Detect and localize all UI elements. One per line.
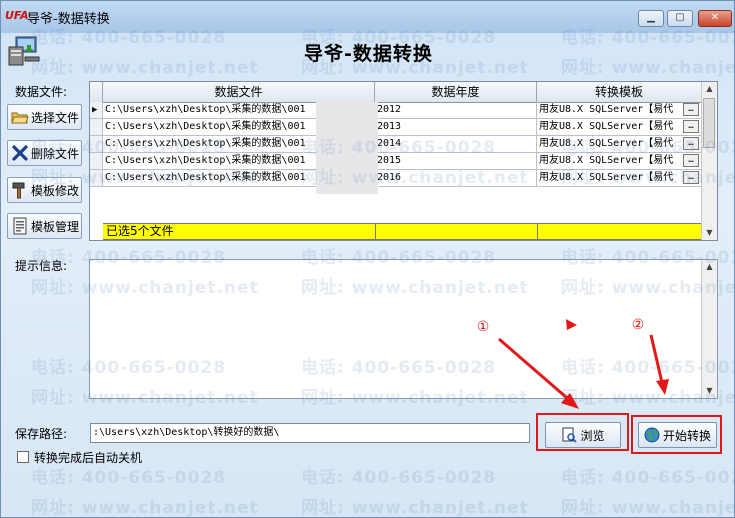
close-icon: ✕ [710,12,720,23]
scroll-up-icon[interactable]: ▲ [702,260,717,274]
cell-year[interactable]: 2014 [375,136,537,152]
cell-template[interactable]: 用友U8.X SQLServer【易代 … [537,136,702,152]
cell-template[interactable]: 用友U8.X SQLServer【易代 … [537,119,702,135]
tips-label: 提示信息: [15,259,68,273]
template-doc-icon [13,217,27,235]
table-row[interactable]: C:\Users\xzh\Desktop\采集的数据\001 2015 用友U8… [90,153,702,170]
template-edit-button[interactable]: 模板修改 [7,177,82,203]
highlight-start-box [631,415,722,454]
open-folder-icon [11,112,29,124]
template-text: 用友U8.X SQLServer【易代 [539,138,674,149]
column-header-template[interactable]: 转换模板 [537,82,702,102]
template-text: 用友U8.X SQLServer【易代 [539,104,674,115]
grid-header-indicator [90,82,103,102]
template-picker-button[interactable]: … [683,154,699,167]
column-header-year[interactable]: 数据年度 [375,82,537,102]
cell-template[interactable]: 用友U8.X SQLServer【易代 … [537,170,702,186]
current-row-arrow-icon: ▶ [92,105,98,115]
grid-header: 数据文件 数据年度 转换模板 [90,82,702,103]
template-picker-button[interactable]: … [683,171,699,184]
close-button[interactable]: ✕ [698,10,732,27]
scroll-down-icon[interactable]: ▼ [702,226,717,240]
cell-year[interactable]: 2012 [375,102,537,118]
row-indicator [90,153,103,169]
maximize-icon: ▢ [675,12,685,23]
template-edit-label: 模板修改 [31,183,80,198]
delete-x-icon [12,145,28,161]
minimize-button[interactable]: ▁ [638,10,664,27]
template-manage-label: 模板管理 [31,219,80,234]
row-indicator [90,170,103,186]
highlight-browse-box [536,413,629,451]
scroll-thumb[interactable] [703,98,715,148]
select-file-button[interactable]: 选择文件 [7,104,82,130]
watermark-site: 网址: www.chanjet.net [31,498,259,518]
select-file-label: 选择文件 [31,110,80,125]
table-row[interactable]: C:\Users\xzh\Desktop\采集的数据\001 2016 用友U8… [90,170,702,187]
maximize-button[interactable]: ▢ [667,10,693,27]
hammer-icon [12,182,25,199]
scroll-up-icon[interactable]: ▲ [702,82,717,96]
window-title: 导爷-数据转换 [27,12,110,27]
watermark-phone: 电话: 400-665-0028 [561,468,734,488]
template-text: 用友U8.X SQLServer【易代 [539,172,674,183]
template-text: 用友U8.X SQLServer【易代 [539,155,674,166]
page-title: 导爷-数据转换 [304,43,433,65]
app-logo: UFA [5,9,29,22]
template-picker-button[interactable]: … [683,120,699,133]
cell-year[interactable]: 2013 [375,119,537,135]
main-window: UFA 导爷-数据转换 ▁ ▢ ✕ 导爷-数据转换 数据文件: 选择文件 删除文… [0,0,735,518]
template-picker-button[interactable]: … [683,137,699,150]
cell-template[interactable]: 用友U8.X SQLServer【易代 … [537,153,702,169]
row-indicator: ▶ [90,102,103,118]
row-indicator [90,119,103,135]
summary-divider [375,224,376,239]
cell-template[interactable]: 用友U8.X SQLServer【易代 … [537,102,702,118]
cell-year[interactable]: 2015 [375,153,537,169]
save-path-label: 保存路径: [15,427,68,441]
template-picker-button[interactable]: … [683,103,699,116]
auto-shutdown-checkbox[interactable] [17,451,29,463]
table-row[interactable]: ▶ C:\Users\xzh\Desktop\采集的数据\001 2012 用友… [90,102,702,119]
grid-scrollbar[interactable]: ▲ ▼ [701,82,717,240]
cell-year[interactable]: 2016 [375,170,537,186]
table-row[interactable]: C:\Users\xzh\Desktop\采集的数据\001 2013 用友U8… [90,119,702,136]
watermark-phone: 电话: 400-665-0028 [31,468,227,488]
datafile-label: 数据文件: [15,85,68,99]
delete-file-label: 删除文件 [31,146,80,161]
save-path-input[interactable]: :\Users\xzh\Desktop\转换好的数据\ [90,423,530,443]
tips-scrollbar[interactable]: ▲ ▼ [701,260,717,398]
data-file-grid[interactable]: 数据文件 数据年度 转换模板 ▶ C:\Users\xzh\Desktop\采集… [89,81,718,241]
row-indicator [90,136,103,152]
grid-summary-row: 已选5个文件 [103,223,702,240]
template-text: 用友U8.X SQLServer【易代 [539,121,674,132]
summary-divider [537,224,538,239]
tips-textbox[interactable]: ▲ ▼ [89,259,718,399]
auto-shutdown-label: 转换完成后自动关机 [34,451,143,465]
delete-file-button[interactable]: 删除文件 [7,140,82,166]
column-header-file[interactable]: 数据文件 [103,82,375,102]
minimize-icon: ▁ [647,12,655,23]
watermark-phone: 电话: 400-665-0028 [301,468,497,488]
watermark-site: 网址: www.chanjet.net [301,498,529,518]
watermark-site: 网址: www.chanjet.net [561,498,734,518]
table-row[interactable]: C:\Users\xzh\Desktop\采集的数据\001 2014 用友U8… [90,136,702,153]
template-manage-button[interactable]: 模板管理 [7,213,82,239]
scroll-down-icon[interactable]: ▼ [702,384,717,398]
title-bar: UFA 导爷-数据转换 ▁ ▢ ✕ [1,1,734,33]
redaction-blur [316,102,378,194]
selected-count-text: 已选5个文件 [106,224,174,238]
